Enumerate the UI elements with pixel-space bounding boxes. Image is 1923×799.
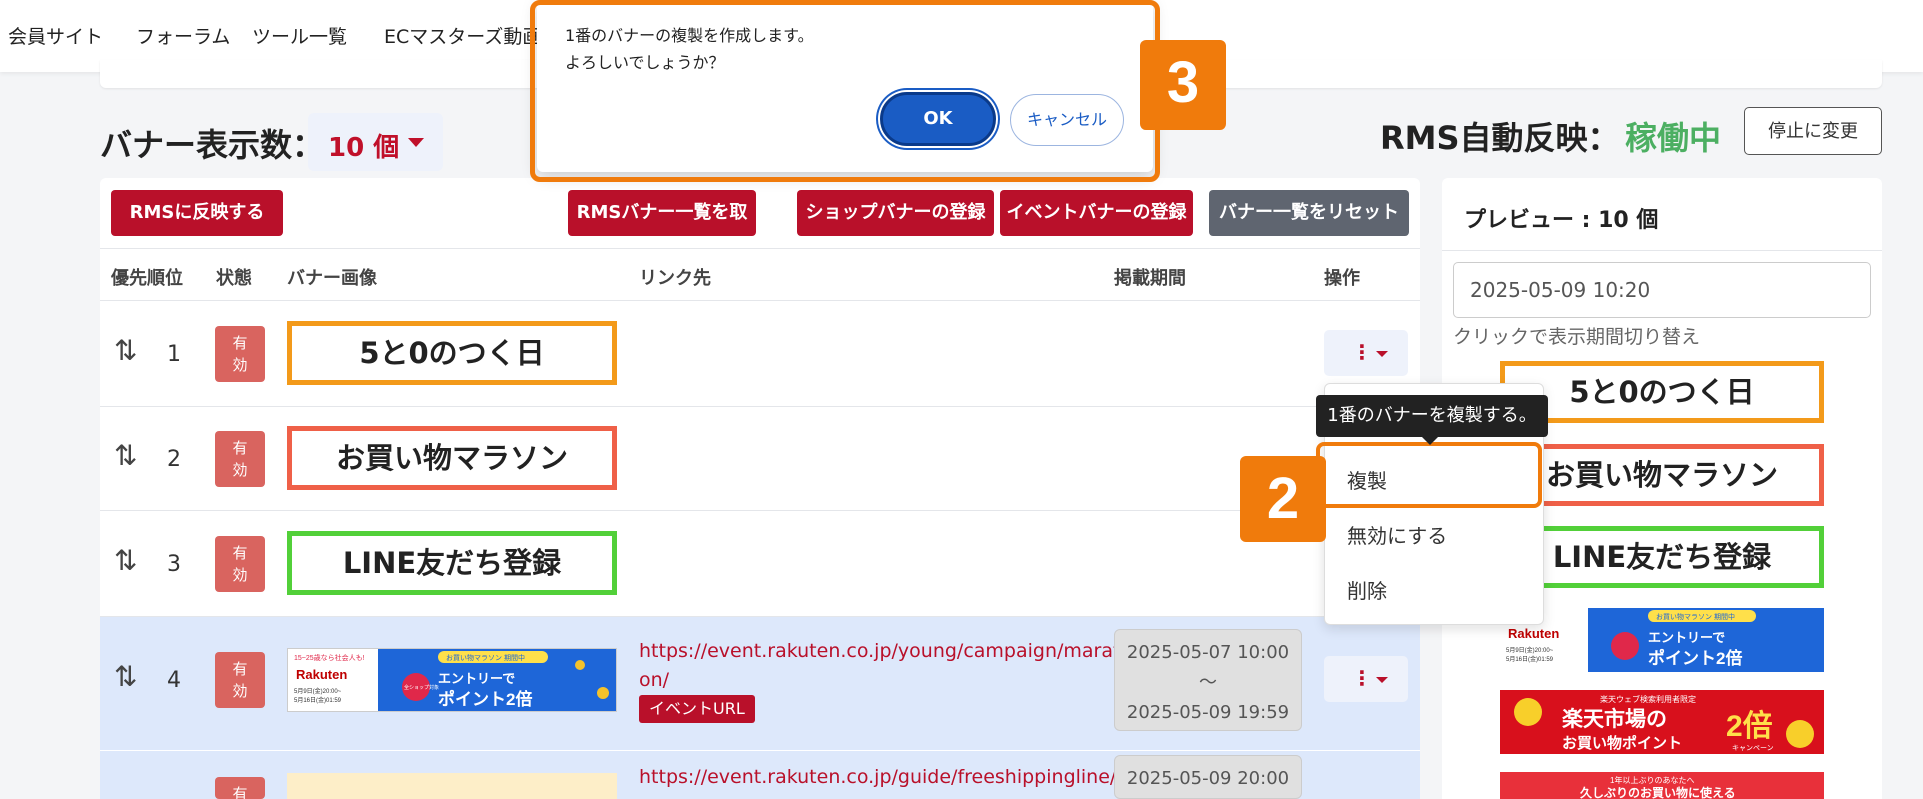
- preview-banner[interactable]: LINE友だち登録: [1500, 526, 1824, 588]
- svg-text:5月9日(金)20:00~: 5月9日(金)20:00~: [294, 687, 342, 695]
- banner-image: LINE友だち登録: [287, 531, 617, 595]
- status-badge[interactable]: 有 効: [215, 536, 265, 592]
- sort-arrows-icon[interactable]: ⇅: [114, 439, 137, 472]
- header-ops: 操作: [1324, 268, 1360, 289]
- header-period: 掲載期間: [1114, 268, 1186, 289]
- market-banner-graphic: 楽天ウェブ検索利用者限定 楽天市場の お買い物ポイント 2倍 キャンペーン: [1500, 690, 1824, 754]
- duplicate-tooltip: 1番のバナーを複製する。: [1316, 395, 1548, 437]
- marathon-banner-graphic: Rakuten 5月9日(金)20:00~ 5月16日(金)01:59 お買い物…: [1500, 608, 1824, 672]
- svg-text:5月16日(金)01:59: 5月16日(金)01:59: [294, 696, 342, 704]
- marathon-banner-graphic: 15~25歳なら社会人も! Rakuten 5月9日(金)20:00~ 5月16…: [288, 649, 616, 711]
- menu-item-delete[interactable]: 削除: [1347, 575, 1387, 604]
- banner-image: [287, 773, 617, 799]
- link-url[interactable]: https://event.rakuten.co.jp/young/campai…: [639, 637, 1133, 666]
- header-status: 状態: [216, 268, 252, 289]
- svg-text:15~25歳なら社会人も!: 15~25歳なら社会人も!: [294, 653, 365, 662]
- svg-text:ポイント2倍: ポイント2倍: [1648, 648, 1742, 668]
- status-badge[interactable]: 有 効: [215, 431, 265, 487]
- kebab-icon: ⋮: [1352, 666, 1372, 690]
- header-priority: 優先順位: [111, 268, 183, 289]
- sort-arrows-icon[interactable]: ⇅: [114, 334, 137, 367]
- step-highlight-dialog: [530, 0, 1160, 182]
- stop-button[interactable]: 停止に変更: [1744, 107, 1882, 155]
- svg-text:楽天ウェブ検索利用者限定: 楽天ウェブ検索利用者限定: [1600, 694, 1696, 704]
- rms-auto-label: RMS自動反映：: [1380, 119, 1620, 157]
- svg-text:全ショップ対象: 全ショップ対象: [404, 684, 439, 691]
- svg-text:キャンペーン: キャンペーン: [1732, 744, 1774, 752]
- step-highlight-duplicate: [1316, 442, 1542, 508]
- svg-text:Rakuten: Rakuten: [296, 667, 347, 682]
- preview-banner[interactable]: お買い物マラソン: [1500, 444, 1824, 506]
- caret-down-icon: [1376, 351, 1388, 357]
- svg-text:1年以上ぶりのあなたへ: 1年以上ぶりのあなたへ: [1610, 775, 1694, 785]
- caret-down-icon: [1376, 677, 1388, 683]
- banner-image-marathon: 15~25歳なら社会人も! Rakuten 5月9日(金)20:00~ 5月16…: [287, 648, 617, 712]
- nav-forum[interactable]: フォーラム: [136, 22, 230, 49]
- caret-down-icon: [408, 138, 424, 147]
- banner-image: 5と0のつく日: [287, 321, 617, 385]
- menu-item-disable[interactable]: 無効にする: [1347, 520, 1447, 549]
- reset-banners-button[interactable]: バナー一覧をリセット: [1209, 190, 1409, 236]
- preview-datetime-input[interactable]: 2025-05-09 10:20: [1453, 262, 1871, 318]
- tooltip-arrow: [1422, 437, 1438, 445]
- period-box: 2025-05-09 20:00: [1114, 755, 1302, 799]
- header-banner-image: バナー画像: [287, 268, 377, 289]
- svg-text:楽天市場の: 楽天市場の: [1562, 707, 1667, 731]
- rank-number: 4: [167, 668, 181, 693]
- divider: [100, 510, 1420, 511]
- step-2-badge: 2: [1240, 456, 1326, 542]
- rank-number: 3: [167, 552, 181, 577]
- svg-text:エントリーで: エントリーで: [438, 671, 515, 686]
- nav-tools[interactable]: ツール一覧: [252, 22, 347, 49]
- banner-count-value: 10 個: [328, 133, 400, 163]
- rank-number: 1: [167, 342, 181, 367]
- nav-videos[interactable]: ECマスターズ動画: [384, 22, 541, 49]
- svg-text:5月9日(金)20:00~: 5月9日(金)20:00~: [1506, 646, 1554, 654]
- svg-text:お買い物マラソン 期間中: お買い物マラソン 期間中: [446, 653, 525, 662]
- svg-text:久しぶりのお買い物に使える: 久しぶりのお買い物に使える: [1580, 785, 1736, 799]
- divider: [100, 406, 1420, 407]
- banner-count-label: バナー表示数：: [100, 126, 325, 164]
- svg-text:お買い物ポイント: お買い物ポイント: [1562, 734, 1682, 752]
- svg-text:Rakuten: Rakuten: [1508, 626, 1559, 641]
- svg-text:5月16日(金)01:59: 5月16日(金)01:59: [1506, 655, 1554, 663]
- divider: [100, 248, 1420, 249]
- svg-text:エントリーで: エントリーで: [1648, 630, 1725, 645]
- reflect-rms-button[interactable]: RMSに反映する: [111, 190, 283, 236]
- banner-image: お買い物マラソン: [287, 426, 617, 490]
- preview-banner-market[interactable]: 楽天ウェブ検索利用者限定 楽天市場の お買い物ポイント 2倍 キャンペーン: [1500, 690, 1824, 754]
- svg-text:お買い物マラソン 期間中: お買い物マラソン 期間中: [1656, 612, 1735, 621]
- return-banner-graphic: 1年以上ぶりのあなたへ 久しぶりのお買い物に使える: [1500, 772, 1824, 799]
- banner-count-select[interactable]: 10 個: [308, 113, 443, 171]
- preview-banner-marathon[interactable]: Rakuten 5月9日(金)20:00~ 5月16日(金)01:59 お買い物…: [1500, 608, 1824, 672]
- step-3-badge: 3: [1140, 40, 1226, 130]
- fetch-rms-banners-button[interactable]: RMSバナー一覧を取得: [568, 190, 756, 269]
- link-url-cont[interactable]: on/: [639, 666, 669, 695]
- kebab-icon: ⋮: [1352, 340, 1372, 364]
- preview-banner-return[interactable]: 1年以上ぶりのあなたへ 久しぶりのお買い物に使える: [1500, 772, 1824, 799]
- operations-dropdown-button[interactable]: ⋮: [1324, 330, 1408, 376]
- sort-arrows-icon[interactable]: ⇅: [114, 660, 137, 693]
- svg-text:ポイント2倍: ポイント2倍: [438, 689, 532, 709]
- register-shop-banner-button[interactable]: ショップバナーの登録: [797, 190, 994, 236]
- link-url[interactable]: https://event.rakuten.co.jp/guide/freesh…: [639, 763, 1138, 792]
- nav-member-site[interactable]: 会員サイト: [8, 22, 103, 49]
- svg-text:2倍: 2倍: [1726, 709, 1773, 743]
- register-event-banner-button[interactable]: イベントバナーの登録: [1000, 190, 1193, 236]
- status-badge[interactable]: 有 効: [215, 326, 265, 382]
- operations-dropdown-button[interactable]: ⋮: [1324, 656, 1408, 702]
- sort-arrows-icon[interactable]: ⇅: [114, 544, 137, 577]
- period-box: 2025-05-07 10:00 〜 2025-05-09 19:59: [1114, 629, 1302, 731]
- rms-status: 稼働中: [1625, 119, 1722, 157]
- event-url-badge: イベントURL: [639, 695, 755, 723]
- rank-number: 2: [167, 447, 181, 472]
- preview-banner[interactable]: 5と0のつく日: [1500, 361, 1824, 423]
- header-link: リンク先: [639, 268, 711, 289]
- status-badge[interactable]: 有 効: [215, 652, 265, 708]
- preview-hint: クリックで表示期間切り替え: [1453, 326, 1701, 348]
- preview-title: プレビュー : 10 個: [1464, 208, 1659, 233]
- divider: [1442, 250, 1882, 251]
- status-badge[interactable]: 有: [215, 777, 265, 799]
